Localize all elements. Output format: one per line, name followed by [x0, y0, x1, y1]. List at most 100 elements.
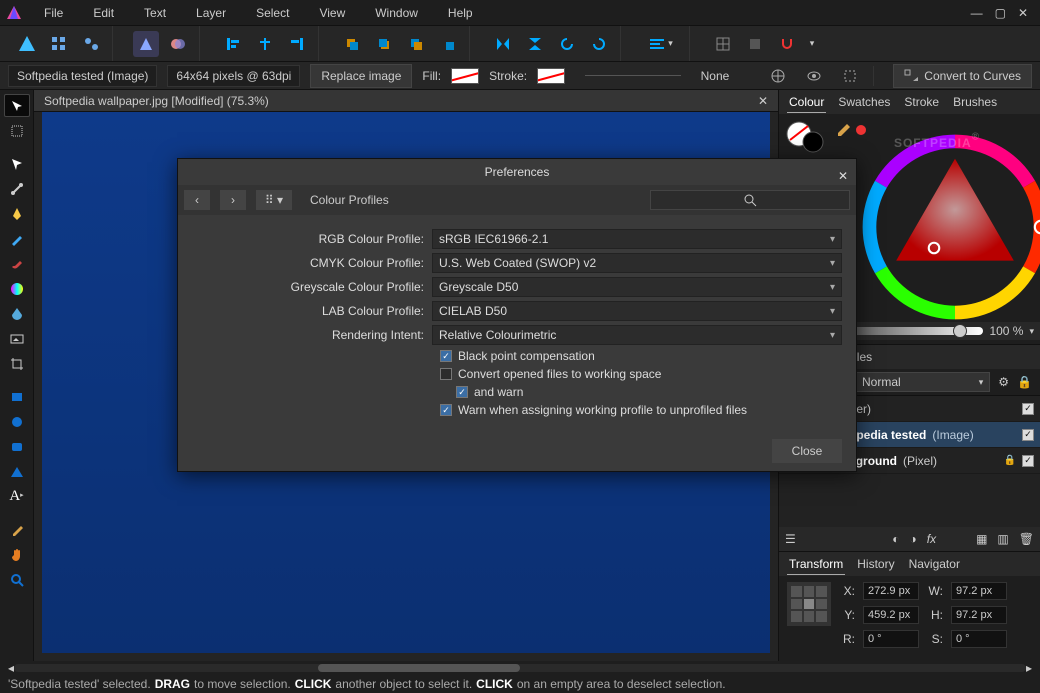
trash-icon[interactable]: 🗑: [1019, 532, 1034, 546]
align-right-icon[interactable]: [284, 31, 310, 57]
snapping-icon[interactable]: [774, 31, 800, 57]
tab-transform[interactable]: Transform: [787, 554, 845, 575]
adjustment-icon[interactable]: ◑: [909, 532, 916, 546]
blend-mode-select[interactable]: Normal▾: [855, 372, 990, 392]
maximize-icon[interactable]: ▢: [995, 6, 1006, 20]
document-tab[interactable]: Softpedia wallpaper.jpg [Modified] (75.3…: [34, 90, 778, 112]
menu-window[interactable]: Window: [361, 2, 432, 24]
tab-history[interactable]: History: [855, 554, 896, 574]
tab-navigator[interactable]: Navigator: [907, 554, 962, 574]
rgb-profile-select[interactable]: sRGB IEC61966-2.1: [432, 229, 842, 249]
order-frontone-icon[interactable]: [403, 31, 429, 57]
menu-layer[interactable]: Layer: [182, 2, 240, 24]
intent-select[interactable]: Relative Colourimetric: [432, 325, 842, 345]
insert-shape-icon[interactable]: [133, 31, 159, 57]
transform-r[interactable]: 0 °: [863, 630, 919, 648]
doctab-close-icon[interactable]: ✕: [758, 94, 768, 108]
lock-icon[interactable]: 🔒: [1004, 455, 1016, 466]
transform-w[interactable]: 97.2 px: [951, 582, 1007, 600]
snap-dropdown-icon[interactable]: ▾: [806, 31, 818, 57]
transparency-tool[interactable]: [4, 302, 30, 325]
gear-icon[interactable]: ⚙: [998, 375, 1009, 389]
menu-view[interactable]: View: [305, 2, 359, 24]
lab-profile-select[interactable]: CIELAB D50: [432, 301, 842, 321]
mask-icon[interactable]: ◐: [892, 532, 899, 546]
flip-v-icon[interactable]: [522, 31, 548, 57]
add-layer-icon[interactable]: ▦: [976, 532, 987, 546]
node-tool[interactable]: [4, 152, 30, 175]
transform-y[interactable]: 459.2 px: [863, 606, 919, 624]
rectangle-tool[interactable]: [4, 385, 30, 408]
rounded-rect-tool[interactable]: [4, 435, 30, 458]
tab-colour[interactable]: Colour: [787, 92, 826, 113]
alignment-dropdown[interactable]: ▾: [641, 31, 681, 57]
cycle-selection-icon[interactable]: [837, 63, 863, 89]
pen-tool[interactable]: [4, 202, 30, 225]
text-tool[interactable]: A▸: [4, 485, 30, 508]
pref-search[interactable]: [650, 190, 850, 210]
snap-grid-icon[interactable]: [710, 31, 736, 57]
fill-swatch[interactable]: [451, 68, 479, 84]
menu-help[interactable]: Help: [434, 2, 487, 24]
artboard-tool[interactable]: [4, 119, 30, 142]
dialog-close-icon[interactable]: ✕: [838, 163, 848, 189]
tab-swatches[interactable]: Swatches: [836, 92, 892, 112]
menu-text[interactable]: Text: [130, 2, 180, 24]
blackpoint-checkbox[interactable]: ✓: [440, 350, 452, 362]
cmyk-profile-select[interactable]: U.S. Web Coated (SWOP) v2: [432, 253, 842, 273]
corner-tool[interactable]: [4, 177, 30, 200]
close-icon[interactable]: ✕: [1018, 6, 1028, 20]
persona-designer-icon[interactable]: [14, 31, 40, 57]
rotate-ccw-icon[interactable]: [554, 31, 580, 57]
nav-fwd-button[interactable]: ›: [220, 190, 246, 210]
convert-opened-checkbox[interactable]: [440, 368, 452, 380]
visibility-check[interactable]: ✓: [1022, 403, 1034, 415]
align-left-icon[interactable]: [220, 31, 246, 57]
flip-h-icon[interactable]: [490, 31, 516, 57]
zoom-tool[interactable]: [4, 568, 30, 591]
transform-x[interactable]: 272.9 px: [863, 582, 919, 600]
order-front-icon[interactable]: [435, 31, 461, 57]
boolean-icon[interactable]: [165, 31, 191, 57]
tab-brushes[interactable]: Brushes: [951, 92, 999, 112]
opacity-value[interactable]: 100 %: [989, 324, 1023, 338]
transform-h[interactable]: 97.2 px: [951, 606, 1007, 624]
lock-children-icon[interactable]: [801, 63, 827, 89]
menu-file[interactable]: File: [30, 2, 77, 24]
minimize-icon[interactable]: —: [971, 6, 983, 20]
colour-wheel[interactable]: [850, 122, 1040, 332]
ellipse-tool[interactable]: [4, 410, 30, 433]
fx-icon[interactable]: fx: [927, 532, 936, 546]
align-center-icon[interactable]: [252, 31, 278, 57]
fill-tool[interactable]: [4, 277, 30, 300]
replace-image-button[interactable]: Replace image: [310, 64, 412, 88]
nodes-icon[interactable]: [78, 31, 104, 57]
menu-select[interactable]: Select: [242, 2, 303, 24]
nav-grid-button[interactable]: ⠿ ▾: [256, 190, 292, 210]
add-pixel-icon[interactable]: ▥: [997, 532, 1008, 546]
and-warn-checkbox[interactable]: ✓: [456, 386, 468, 398]
menu-edit[interactable]: Edit: [79, 2, 128, 24]
place-image-tool[interactable]: [4, 327, 30, 350]
hand-tool[interactable]: [4, 543, 30, 566]
convert-curves-button[interactable]: Convert to Curves: [893, 64, 1032, 88]
order-back-icon[interactable]: [339, 31, 365, 57]
tab-stroke[interactable]: Stroke: [902, 92, 941, 112]
stroke-swatch[interactable]: [537, 68, 565, 84]
pencil-tool[interactable]: [4, 227, 30, 250]
visibility-check[interactable]: ✓: [1022, 455, 1034, 467]
eyedropper-icon[interactable]: [835, 122, 851, 138]
collapse-icon[interactable]: ☰: [785, 532, 796, 546]
stroke-width-value[interactable]: None: [701, 69, 730, 83]
grey-profile-select[interactable]: Greyscale D50: [432, 277, 842, 297]
fill-stroke-swatch[interactable]: [785, 120, 829, 154]
visibility-check[interactable]: ✓: [1022, 429, 1034, 441]
triangle-tool[interactable]: [4, 460, 30, 483]
move-tool[interactable]: [4, 94, 30, 117]
order-backone-icon[interactable]: [371, 31, 397, 57]
snap-pixel-icon[interactable]: [742, 31, 768, 57]
anchor-selector[interactable]: [787, 582, 831, 626]
brush-tool[interactable]: [4, 252, 30, 275]
warn-assign-checkbox[interactable]: ✓: [440, 404, 452, 416]
transform-s[interactable]: 0 °: [951, 630, 1007, 648]
